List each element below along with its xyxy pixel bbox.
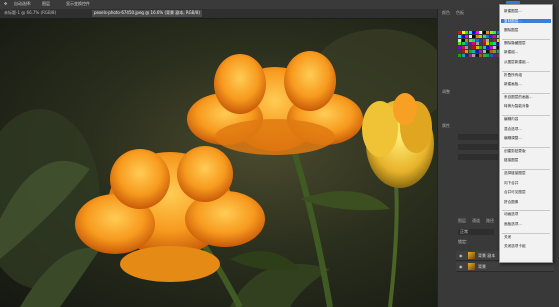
menu-separator: [502, 70, 550, 72]
tab-channels[interactable]: 通道: [472, 218, 480, 224]
menu-item[interactable]: 动画选项: [504, 212, 518, 216]
layer-row[interactable]: ◉ 背景: [456, 262, 554, 272]
layer-thumbnail: [468, 252, 475, 259]
tab-color[interactable]: 颜色: [442, 10, 450, 16]
properties-field[interactable]: [458, 134, 498, 140]
menu-separator: [502, 232, 550, 234]
show-transform-controls[interactable]: 显示变换控件: [66, 1, 90, 7]
menu-item[interactable]: 编辑内容: [504, 117, 518, 121]
menu-item[interactable]: 合并可见图层: [504, 190, 526, 194]
layers-panel-menu: 新建图层... 复制图层... 删除图层删除隐藏图层 新建组... 从图层新建组... 折…: [499, 4, 553, 263]
menu-separator: [502, 146, 550, 148]
menu-item[interactable]: 拼合图像: [504, 200, 518, 204]
image-canvas[interactable]: [0, 19, 437, 307]
menu-item[interactable]: 删除隐藏图层: [504, 41, 526, 45]
auto-select-label[interactable]: 自动选择:: [14, 1, 31, 7]
tab-label: 未标题-1 @ 66.7% (RGB/8): [4, 10, 57, 15]
lock-label: 锁定:: [458, 239, 468, 244]
menu-separator: [502, 38, 550, 40]
properties-field[interactable]: [458, 154, 498, 160]
menu-item[interactable]: 新建图层...: [504, 9, 522, 13]
menu-item[interactable]: 向下合并: [504, 181, 518, 185]
menu-separator: [502, 169, 550, 170]
menu-item[interactable]: 链接图层: [504, 158, 518, 162]
menu-separator: [502, 92, 550, 94]
eye-icon[interactable]: ◉: [459, 253, 463, 258]
menu-separator: [502, 115, 550, 116]
blend-mode-value: 正常: [460, 229, 468, 234]
menu-item[interactable]: 复制图层...: [501, 18, 551, 23]
menu-item[interactable]: 面板选项...: [504, 222, 522, 226]
properties-field[interactable]: [458, 144, 498, 150]
menu-item[interactable]: 来自图层的画板...: [504, 95, 533, 99]
document-tabs: 未标题-1 @ 66.7% (RGB/8) pexels-photo-67450…: [0, 9, 440, 19]
menu-item[interactable]: 转换为智能对象: [504, 104, 529, 108]
menu-item[interactable]: 新建画板...: [504, 82, 522, 86]
menu-item[interactable]: 新建组...: [504, 50, 518, 54]
layer-name: 背景: [478, 264, 486, 269]
tab-document-1[interactable]: 未标题-1 @ 66.7% (RGB/8): [2, 10, 58, 17]
menu-item[interactable]: 选择链接图层: [504, 171, 526, 175]
menu-item[interactable]: 编辑调整...: [504, 136, 522, 140]
move-tool-icon[interactable]: ✥: [4, 1, 7, 6]
menu-item[interactable]: 关闭: [504, 235, 511, 239]
tab-swatches[interactable]: 色板: [456, 10, 464, 16]
menu-item[interactable]: 从图层新建组...: [504, 60, 529, 64]
menu-item[interactable]: 混合选项...: [504, 127, 522, 131]
tab-layers[interactable]: 图层: [458, 218, 466, 224]
tab-adjustments[interactable]: 调整: [442, 89, 450, 95]
tab-label: pexels-photo-67450.jpeg @ 16.6% (背景 副本, …: [94, 10, 200, 15]
tab-properties[interactable]: 属性: [442, 123, 450, 129]
eye-icon[interactable]: ◉: [459, 264, 463, 269]
flower-photo: [0, 29, 437, 307]
tab-document-2[interactable]: pexels-photo-67450.jpeg @ 16.6% (背景 副本, …: [92, 10, 202, 17]
menu-item[interactable]: 折叠所有组: [504, 73, 522, 77]
layer-thumbnail: [468, 263, 475, 270]
layer-name: 背景 副本: [478, 253, 496, 258]
menu-item[interactable]: 删除图层: [504, 28, 518, 32]
blend-mode-select[interactable]: 正常: [458, 229, 494, 235]
menu-item[interactable]: 关闭选项卡组: [504, 244, 526, 248]
menu-item[interactable]: 创建剪贴蒙版: [504, 149, 526, 153]
auto-select-target[interactable]: 图层: [42, 1, 50, 7]
tab-paths[interactable]: 路径: [486, 218, 494, 224]
